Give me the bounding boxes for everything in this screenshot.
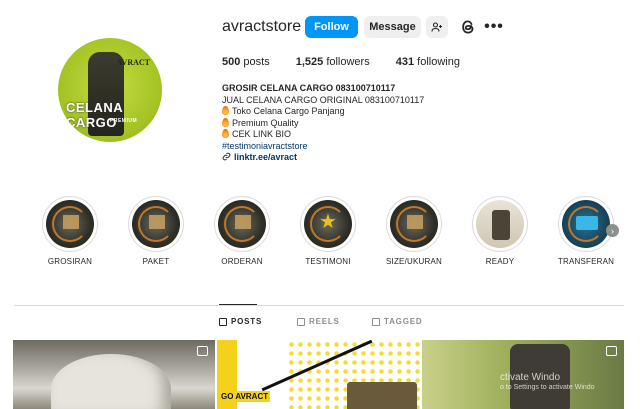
post-image-content (51, 354, 171, 409)
chevron-right-icon[interactable]: › (606, 224, 619, 237)
bio-line-3-text: Premium Quality (232, 117, 299, 128)
reels-icon (297, 317, 305, 326)
bio-line-2: Toko Celana Cargo Panjang (222, 106, 424, 118)
avatar-subline: PREMIUM (110, 118, 138, 124)
watermark-line-1: ctivate Windo (500, 372, 561, 383)
active-tab-indicator (219, 304, 257, 305)
tab-tagged-label: TAGGED (384, 317, 423, 326)
highlight-ring (128, 196, 184, 252)
tab-posts[interactable]: POSTS (219, 317, 262, 326)
link-icon (222, 152, 231, 161)
follow-button[interactable]: Follow (305, 16, 358, 38)
following-stat[interactable]: 431 following (396, 56, 460, 68)
highlight-label: READY (485, 257, 515, 266)
bio-name: GROSIR CELANA CARGO 083100710117 (222, 83, 396, 93)
highlight-ring (42, 196, 98, 252)
following-count: 431 (395, 56, 415, 68)
bio-line-4-text: CEK LINK BIO (232, 129, 292, 139)
following-label: following (417, 56, 460, 68)
bio-line-4: CEK LINK BIO (222, 129, 424, 141)
fire-icon (222, 129, 229, 138)
followers-label: followers (326, 56, 370, 68)
reel-icon (606, 346, 617, 356)
posts-count: 500 (222, 56, 241, 68)
posts-label: posts (243, 56, 270, 68)
post-thumbnail[interactable]: GO AVRACT (217, 340, 420, 409)
highlight-ring: ★ (300, 196, 356, 252)
tab-tagged[interactable]: TAGGED (372, 317, 422, 326)
reel-icon (197, 346, 208, 356)
highlight-cover (390, 200, 438, 248)
watermark-line-2: o to Settings to activate Windo (500, 384, 595, 391)
highlight-ring (386, 196, 442, 252)
tabs-divider (14, 305, 624, 306)
fire-icon (222, 106, 229, 115)
profile-bio: GROSIR CELANA CARGO 083100710117 JUAL CE… (222, 83, 424, 164)
profile-tabs: POSTS REELS TAGGED (0, 317, 640, 329)
more-horizontal-icon[interactable]: ••• (484, 18, 504, 36)
highlight-label: GROSIRAN (47, 257, 93, 266)
highlight-cover (132, 200, 180, 248)
fire-icon (222, 117, 229, 127)
highlight-label: ORDERAN (221, 257, 263, 266)
highlight-ring (214, 196, 270, 252)
highlight-size-ukuran[interactable]: SIZE/UKURAN (372, 196, 456, 266)
highlight-paket[interactable]: PAKET (114, 196, 198, 266)
highlight-ring (558, 196, 614, 252)
bio-hashtag[interactable]: #testimoniavractstore (222, 141, 424, 153)
threads-icon[interactable] (459, 18, 477, 36)
highlight-cover (218, 200, 266, 248)
highlight-ring (472, 196, 528, 252)
tab-reels-label: REELS (309, 317, 340, 326)
post-image-content (347, 382, 417, 409)
profile-stats: 500 posts 1,525 followers 431 following (222, 56, 486, 68)
avatar-headline: CELANA CARGO (66, 100, 123, 130)
highlight-grosiran[interactable]: GROSIRAN (28, 196, 112, 266)
bio-line-1: JUAL CELANA CARGO ORIGINAL 083100710117 (222, 94, 425, 105)
highlight-cover (46, 200, 94, 248)
followers-count: 1,525 (295, 56, 324, 68)
highlight-label: PAKET (142, 257, 170, 266)
post-thumbnail[interactable] (13, 340, 215, 409)
message-button[interactable]: Message (364, 16, 421, 38)
highlight-ready[interactable]: READY (458, 196, 542, 266)
suggested-accounts-button[interactable] (426, 16, 448, 38)
followers-stat[interactable]: 1,525 followers (296, 56, 370, 68)
person-plus-icon (431, 22, 442, 32)
highlight-label: TRANSFERAN (557, 257, 615, 266)
tab-posts-label: POSTS (231, 317, 263, 326)
bio-link-text: linktr.ee/avract (234, 152, 298, 162)
highlight-orderan[interactable]: ORDERAN (200, 196, 284, 266)
bio-line-2-text: Toko Celana Cargo Panjang (232, 106, 345, 116)
profile-avatar[interactable]: AVRACT CELANA CARGO PREMIUM (58, 38, 162, 142)
highlight-cover (476, 200, 524, 248)
post-caption-overlay: GO AVRACT (219, 391, 271, 402)
story-highlights: GROSIRAN PAKET ORDERAN ★ TESTIMONI SIZE/… (0, 196, 640, 276)
posts-stat: 500 posts (222, 56, 270, 68)
bio-line-3: Premium Quality (222, 117, 424, 130)
tab-reels[interactable]: REELS (297, 317, 340, 326)
windows-activation-watermark: ctivate Windo o to Settings to activate … (500, 373, 595, 393)
highlight-label: TESTIMONI (305, 257, 351, 266)
highlight-cover: ★ (304, 200, 352, 248)
tagged-icon (372, 317, 380, 326)
avatar-brand-text: AVRACT (116, 58, 150, 67)
highlight-testimoni[interactable]: ★ TESTIMONI (286, 196, 370, 266)
highlight-label: SIZE/UKURAN (386, 257, 442, 266)
bio-link[interactable]: linktr.ee/avract (222, 152, 424, 164)
highlight-cover (562, 200, 610, 248)
star-icon: ★ (319, 211, 337, 233)
grid-icon (219, 317, 227, 326)
profile-username: avractstore (222, 18, 302, 35)
